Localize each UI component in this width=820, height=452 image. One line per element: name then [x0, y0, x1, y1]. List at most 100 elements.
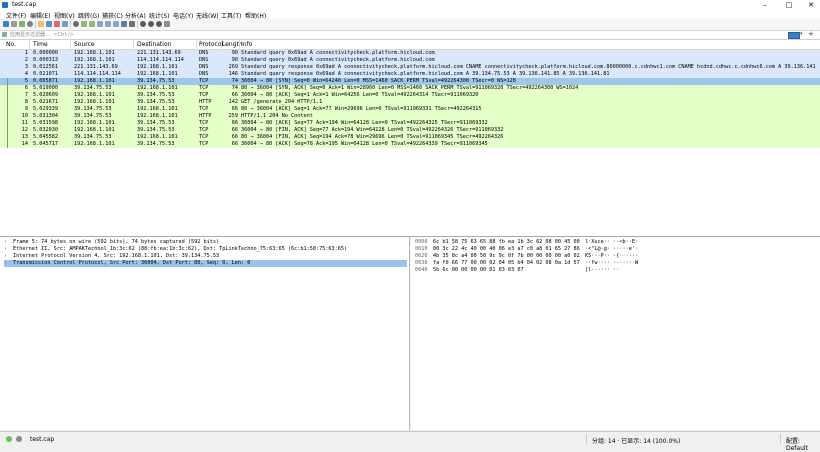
cell-len: 146	[228, 71, 238, 77]
cell-no: 9	[24, 106, 28, 112]
cell-time: 0.005871	[33, 78, 58, 84]
reload-file-icon[interactable]	[62, 21, 68, 27]
start-capture-icon[interactable]	[3, 21, 9, 27]
cell-info: 36004 → 80 [ACK] Seq=78 Ack=195 Win=6412…	[241, 141, 488, 147]
add-filter-button[interactable]: +	[808, 30, 814, 38]
column-time[interactable]: Time	[33, 41, 48, 48]
packet-row[interactable]: 10 5.031304 39.134.75.53 192.168.1.101 HTTP 2…	[0, 113, 820, 120]
go-forward-icon[interactable]	[89, 21, 95, 27]
packet-row[interactable]: 6 5.019000 39.134.75.53 192.168.1.101 TCP 74 8…	[0, 85, 820, 92]
cell-src: 192.168.1.101	[74, 127, 115, 133]
packet-row[interactable]: 2 0.000313 192.168.1.101 114.114.114.114 DNS…	[0, 57, 820, 64]
display-filter-input[interactable]: 应用显示过滤器 … <Ctrl-/>	[10, 31, 74, 38]
cell-info: 36004 → 80 [ACK] Seq=77 Ack=194 Win=6412…	[241, 120, 488, 126]
cell-info: Standard query response 0x69ad A connect…	[241, 64, 816, 70]
packet-row[interactable]: 14 5.045717 192.168.1.101 39.134.75.53 TCP 66…	[0, 141, 820, 148]
capture-options-icon[interactable]	[27, 21, 33, 27]
cell-src: 39.134.75.53	[74, 134, 112, 140]
packet-row[interactable]: 13 5.045582 39.134.75.53 192.168.1.101 TCP 66…	[0, 134, 820, 141]
close-button[interactable]: ✕	[800, 0, 820, 10]
cell-proto: DNS	[199, 50, 209, 56]
resize-columns-icon[interactable]	[164, 21, 170, 27]
cell-src: 39.134.75.53	[74, 85, 112, 91]
cell-time: 5.045582	[33, 134, 58, 140]
last-packet-icon[interactable]	[113, 21, 119, 27]
packet-row[interactable]: 3 0.012561 221.131.143.69 192.168.1.101 DNS 2…	[0, 64, 820, 71]
cell-no: 10	[21, 113, 28, 119]
cell-dst: 39.134.75.53	[137, 127, 175, 133]
cell-len: 66	[231, 120, 238, 126]
packet-row[interactable]: 1 0.000000 192.168.1.101 221.131.143.69 DNS 9…	[0, 50, 820, 57]
cell-info: 36004 → 80 [ACK] Seq=1 Ack=1 Win=64256 L…	[241, 92, 479, 98]
cell-src: 39.134.75.53	[74, 113, 112, 119]
menu-bar: 文件(F) 编辑(E) 视图(V) 跳转(G) 捕获(C) 分析(A) 统计(S…	[0, 10, 820, 20]
colorize-icon[interactable]	[129, 21, 135, 27]
packet-row[interactable]: 12 5.032030 192.168.1.101 39.134.75.53 TCP 66…	[0, 127, 820, 134]
column-source[interactable]: Source	[74, 41, 95, 48]
expand-arrow-icon[interactable]: ›	[4, 239, 7, 246]
column-no[interactable]: No.	[6, 41, 16, 48]
cell-len: 259	[228, 113, 238, 119]
edit-comment-icon[interactable]	[16, 436, 22, 442]
cell-no: 4	[24, 71, 28, 77]
column-protocol[interactable]: Protocol	[199, 41, 223, 48]
packet-list: No. Time Source Destination Protocol Len…	[0, 40, 820, 237]
column-destination[interactable]: Destination	[137, 41, 171, 48]
apply-filter-button[interactable]	[788, 32, 800, 39]
first-packet-icon[interactable]	[105, 21, 111, 27]
go-back-icon[interactable]	[81, 21, 87, 27]
packet-list-header: No. Time Source Destination Protocol Len…	[0, 40, 820, 50]
detail-ipv4[interactable]: › Internet Protocol Version 4, Src: 192.…	[4, 253, 407, 260]
maximize-button[interactable]: □	[778, 0, 800, 10]
auto-scroll-icon[interactable]	[121, 21, 127, 27]
cell-no: 6	[24, 85, 28, 91]
minimize-button[interactable]: –	[754, 0, 776, 10]
zoom-normal-icon[interactable]	[156, 21, 162, 27]
display-filter-bar: 应用显示过滤器 … <Ctrl-/> ▾ +	[0, 30, 820, 40]
status-profile[interactable]: 配置: Default	[786, 436, 820, 452]
ready-indicator-icon	[6, 436, 12, 442]
cell-time: 5.029339	[33, 106, 58, 112]
cell-dst: 39.134.75.53	[137, 99, 175, 105]
cell-proto: DNS	[199, 71, 209, 77]
expand-arrow-icon[interactable]: ›	[4, 253, 7, 260]
cell-time: 0.012561	[33, 64, 58, 70]
packet-row[interactable]: 4 0.021071 114.114.114.114 192.168.1.101 DNS…	[0, 71, 820, 78]
cell-dst: 192.168.1.101	[137, 106, 178, 112]
expand-arrow-icon[interactable]: ›	[4, 246, 7, 253]
wireshark-fin-icon	[2, 2, 8, 8]
cell-src: 192.168.1.101	[74, 50, 115, 56]
detail-frame[interactable]: › Frame 5: 74 bytes on wire (592 bits), …	[4, 239, 407, 246]
packet-row[interactable]: 9 5.029339 39.134.75.53 192.168.1.101 TCP 66 8…	[0, 106, 820, 113]
restart-capture-icon[interactable]	[19, 21, 25, 27]
go-to-packet-icon[interactable]	[97, 21, 103, 27]
cell-time: 0.000000	[33, 50, 58, 56]
cell-no: 3	[24, 64, 28, 70]
find-packet-icon[interactable]	[73, 21, 79, 27]
bookmark-icon[interactable]	[2, 32, 7, 37]
zoom-out-icon[interactable]	[148, 21, 154, 27]
cell-src: 192.168.1.101	[74, 141, 115, 147]
cell-info: 80 → 36004 [ACK] Seq=1 Ack=77 Win=29696 …	[241, 106, 482, 112]
close-file-icon[interactable]	[54, 21, 60, 27]
packet-row[interactable]: 7 5.020609 192.168.1.101 39.134.75.53 TCP 66 3…	[0, 92, 820, 99]
detail-ethernet[interactable]: › Ethernet II, Src: AMPAKTechnol_1b:3c:6…	[4, 246, 407, 253]
packet-row[interactable]: 11 5.031598 192.168.1.101 39.134.75.53 TCP 66…	[0, 120, 820, 127]
column-info[interactable]: Info	[241, 41, 252, 48]
cell-no: 12	[21, 127, 28, 133]
cell-dst: 39.134.75.53	[137, 120, 175, 126]
cell-time: 0.021071	[33, 71, 58, 77]
filter-dropdown-icon[interactable]: ▾	[800, 31, 803, 37]
stop-capture-icon[interactable]	[11, 21, 17, 27]
cell-time: 0.000313	[33, 57, 58, 63]
cell-time: 5.020609	[33, 92, 58, 98]
zoom-in-icon[interactable]	[140, 21, 146, 27]
save-file-icon[interactable]	[46, 21, 52, 27]
cell-proto: TCP	[199, 92, 209, 98]
packet-row[interactable]: 5 0.005871 192.168.1.101 39.134.75.53 TCP 74 3…	[0, 78, 820, 85]
packet-row[interactable]: 8 5.021671 192.168.1.101 39.134.75.53 HTTP 14…	[0, 99, 820, 106]
expand-arrow-icon[interactable]: ›	[4, 260, 7, 267]
cell-proto: TCP	[199, 85, 209, 91]
detail-tcp[interactable]: › Transmission Control Protocol, Src Por…	[4, 260, 407, 267]
open-file-icon[interactable]	[38, 21, 44, 27]
